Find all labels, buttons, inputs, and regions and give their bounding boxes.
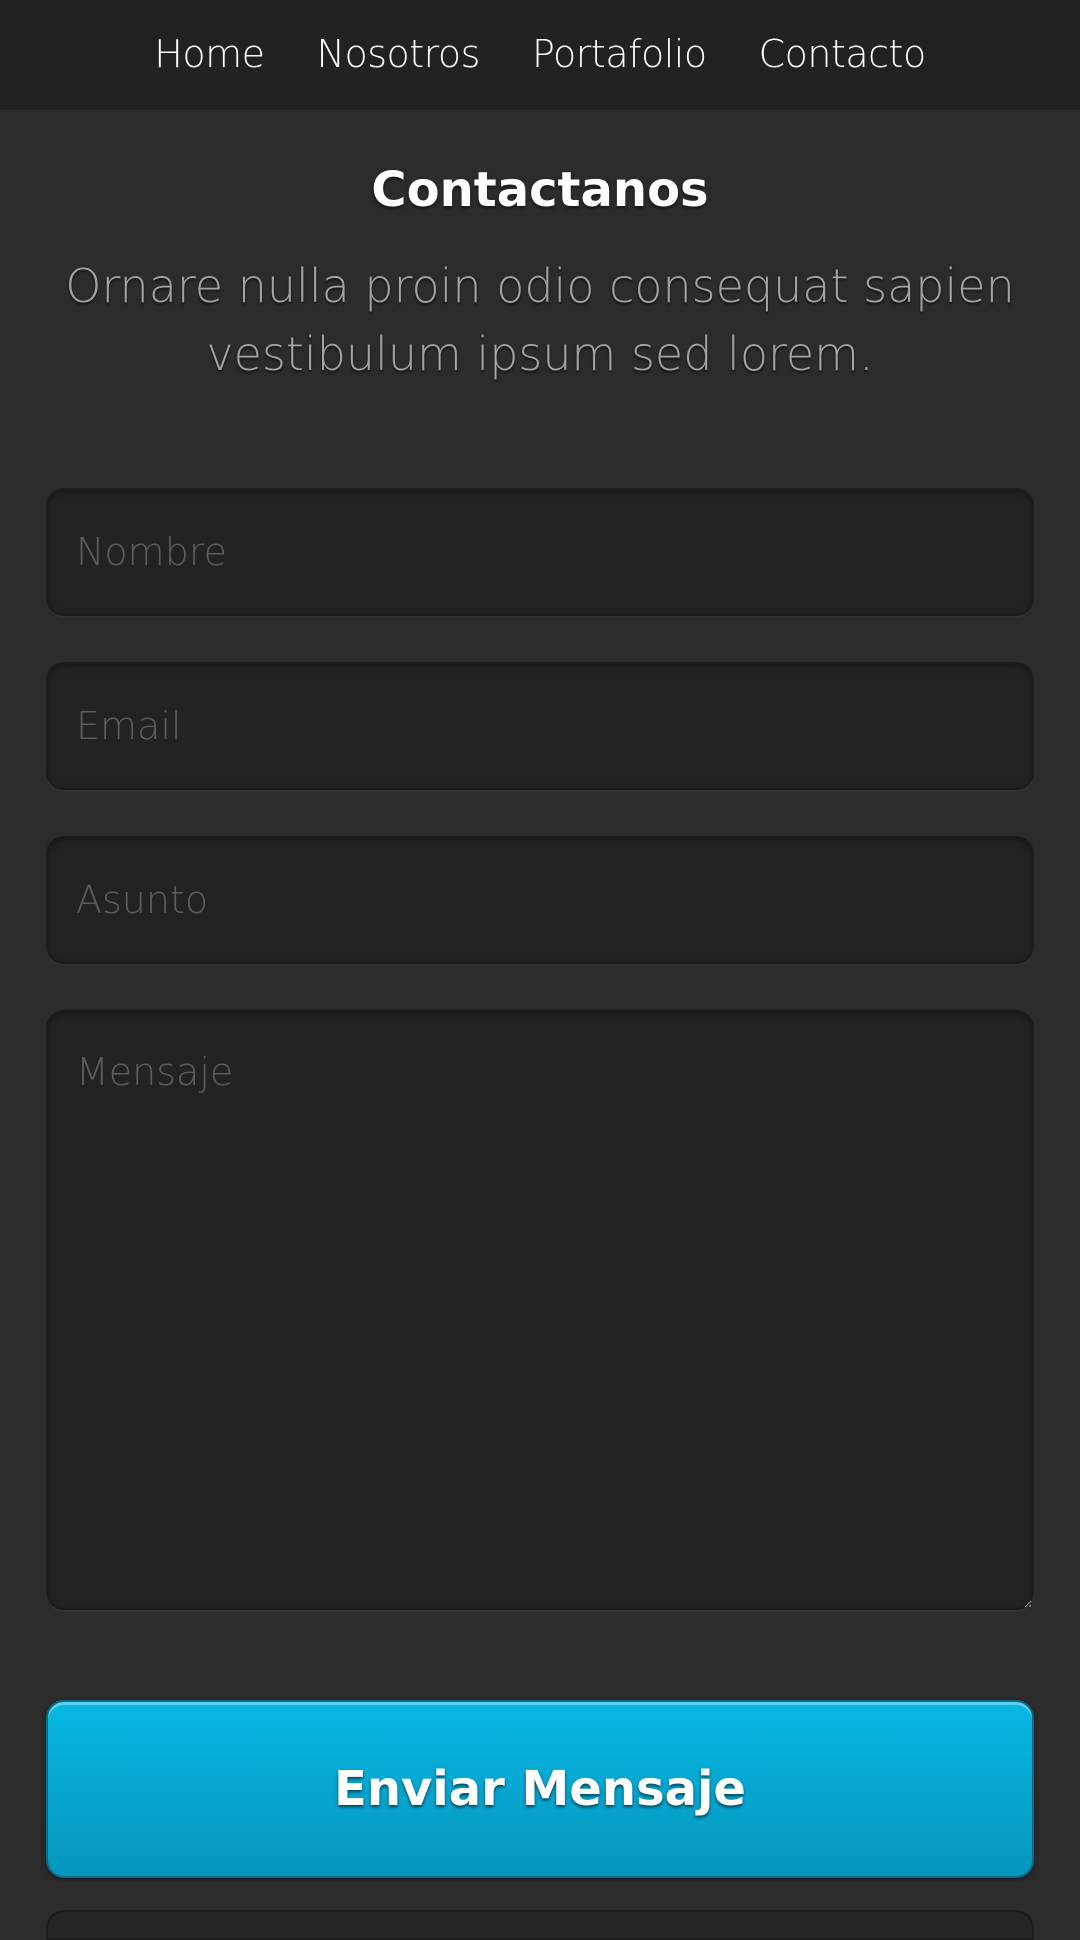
email-input[interactable]: [46, 662, 1034, 790]
nav-nosotros-link[interactable]: Nosotros: [317, 32, 481, 76]
top-navigation: Home Nosotros Portafolio Contacto: [0, 0, 1080, 108]
nav-contacto-link[interactable]: Contacto: [759, 32, 927, 76]
name-input[interactable]: [46, 488, 1034, 616]
message-textarea[interactable]: [46, 1010, 1034, 1610]
page-title: Contactanos: [371, 162, 709, 218]
send-message-button[interactable]: Enviar Mensaje: [46, 1700, 1034, 1878]
subject-input[interactable]: [46, 836, 1034, 964]
page-subtitle: Ornare nulla proin odio consequat sapien…: [65, 259, 1015, 381]
next-section-edge: [46, 1910, 1034, 1940]
nav-portafolio-link[interactable]: Portafolio: [532, 32, 707, 76]
nav-home-link[interactable]: Home: [154, 32, 265, 76]
